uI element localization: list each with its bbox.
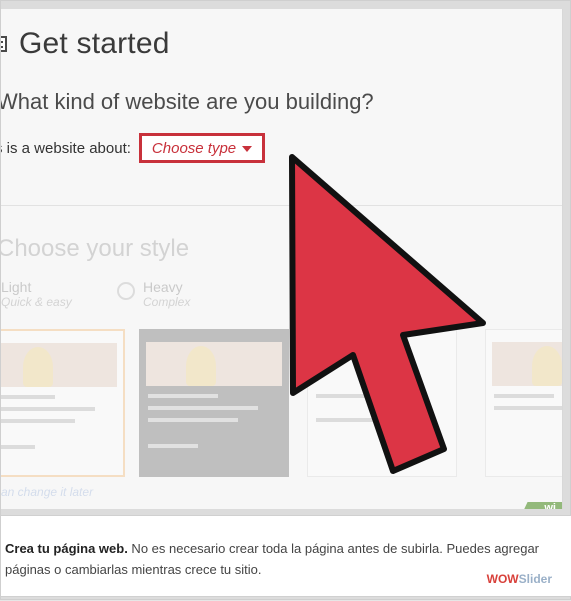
- template-thumbnail-partial[interactable]: [485, 329, 562, 477]
- about-row: s is a website about: Choose type: [1, 133, 266, 163]
- template-thumbnail-blank[interactable]: [307, 329, 457, 477]
- title-row: Get started: [1, 27, 170, 61]
- caret-down-icon: [242, 146, 253, 152]
- watermark-part1: WOW: [486, 572, 519, 586]
- watermark-part2: Slider: [518, 572, 552, 586]
- text-line: [1, 419, 75, 423]
- choose-type-dropdown[interactable]: Choose type: [138, 133, 266, 163]
- text-line: [148, 444, 198, 448]
- style-option-light[interactable]: Light Quick & easy: [1, 279, 72, 309]
- text-line: [316, 418, 406, 422]
- text-line: [1, 407, 95, 411]
- style-option-heavy[interactable]: Heavy Complex: [117, 279, 190, 309]
- template-thumbnail-dark[interactable]: [139, 329, 289, 477]
- wikihow-tag-text: wi: [544, 502, 556, 509]
- change-later-note: can change it later: [1, 485, 94, 499]
- caption-bold: Crea tu página web.: [5, 541, 128, 556]
- text-line: [494, 406, 562, 410]
- option-subtitle: Complex: [143, 295, 191, 309]
- text-line: [1, 445, 35, 449]
- photo-thumbnail: [146, 342, 282, 386]
- document-icon: [1, 36, 7, 52]
- caption-box: Crea tu página web. No es necesario crea…: [1, 515, 571, 597]
- radio-icon[interactable]: [117, 282, 135, 300]
- text-line: [1, 395, 55, 399]
- option-subtitle: Quick & easy: [1, 295, 72, 309]
- caption-text: Crea tu página web. No es necesario crea…: [5, 538, 560, 580]
- website-question: What kind of website are you building?: [1, 89, 374, 114]
- choose-type-label: Choose type: [151, 139, 237, 157]
- template-thumbnail-light[interactable]: [1, 329, 125, 477]
- text-line: [148, 394, 218, 398]
- option-name: Light: [1, 279, 32, 295]
- text-line: [316, 394, 386, 398]
- screenshot-area: Get started What kind of website are you…: [1, 9, 563, 509]
- option-name: Heavy: [143, 279, 183, 295]
- wowslider-watermark: WOWSlider: [487, 572, 552, 586]
- about-label: s is a website about:: [1, 139, 131, 157]
- text-line: [148, 418, 238, 422]
- style-title: Choose your style: [1, 235, 190, 262]
- text-line: [494, 394, 554, 398]
- photo-thumbnail: [1, 343, 117, 387]
- page-title: Get started: [19, 27, 170, 60]
- divider: [1, 205, 562, 206]
- text-line: [148, 406, 258, 410]
- photo-thumbnail: [492, 342, 562, 386]
- slide-frame: Get started What kind of website are you…: [0, 0, 571, 600]
